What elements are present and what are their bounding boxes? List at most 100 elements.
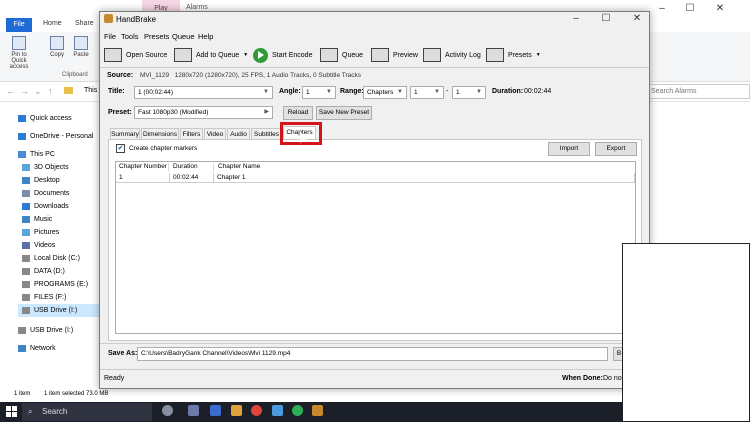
preview-label: Preview xyxy=(393,51,418,59)
column-header[interactable]: Chapter Number xyxy=(116,163,169,172)
nav-usb-drive-root[interactable]: USB Drive (I:) xyxy=(18,324,108,337)
title-select[interactable]: 1 (00:02:44) ▼ xyxy=(134,86,273,99)
app-icon[interactable] xyxy=(210,405,221,416)
range-select[interactable]: Chapters ▼ xyxy=(363,86,407,99)
cube-icon xyxy=(22,163,30,171)
close-icon[interactable]: ✕ xyxy=(627,13,647,24)
maximize-icon[interactable]: ☐ xyxy=(596,13,616,24)
status-selected: 1 item selected 73.0 MB xyxy=(44,391,109,397)
pin-button[interactable]: Pin to Quick access xyxy=(6,36,32,70)
menu-help[interactable]: Help xyxy=(198,32,213,41)
when-done-label: When Done: xyxy=(562,375,603,382)
paste-icon xyxy=(74,36,88,50)
handbrake-taskbar-icon[interactable] xyxy=(312,405,323,416)
chrome-icon[interactable] xyxy=(251,405,262,416)
export-button[interactable]: Export xyxy=(595,142,637,156)
drive-icon xyxy=(22,280,30,288)
import-button[interactable]: Import xyxy=(548,142,590,156)
app-icon[interactable] xyxy=(272,405,283,416)
nav-this-pc[interactable]: This PC xyxy=(18,148,108,161)
activity-log-button[interactable]: Activity Log xyxy=(423,46,481,64)
status-text: Ready xyxy=(104,375,125,382)
range-end-select[interactable]: 1 ▼ xyxy=(452,86,486,99)
windows-start-icon[interactable] xyxy=(6,406,17,417)
presets-icon xyxy=(486,48,504,62)
nav-label: Quick access xyxy=(30,115,72,122)
preset-label: Preset: xyxy=(108,109,132,116)
range-end-value: 1 xyxy=(456,89,460,96)
back-icon[interactable]: ← xyxy=(6,86,15,96)
nav-quick-access[interactable]: Quick access xyxy=(18,112,108,125)
share-tab[interactable]: Share xyxy=(75,20,94,27)
source-info: MVI_1129 1280x720 (1280x720), 25 FPS, 1 … xyxy=(140,72,361,79)
drive-icon xyxy=(22,293,30,301)
maximize-icon[interactable]: ☐ xyxy=(680,2,700,16)
home-tab[interactable]: Home xyxy=(43,20,62,27)
source-label: Source: xyxy=(107,72,134,79)
app-icon[interactable] xyxy=(292,405,303,416)
angle-select[interactable]: 1 ▼ xyxy=(302,86,336,99)
open-source-button[interactable]: Open Source xyxy=(104,46,167,64)
range-start-select[interactable]: 1 ▼ xyxy=(410,86,444,99)
start-encode-button[interactable]: Start Encode xyxy=(253,46,312,64)
document-icon xyxy=(22,189,30,197)
add-to-queue-label: Add to Queue xyxy=(196,51,240,59)
chapter-number-cell[interactable]: 1 xyxy=(116,173,170,183)
source-name: MVI_1129 xyxy=(140,72,170,79)
forward-icon[interactable]: → xyxy=(20,86,29,96)
duration-label: Duration: xyxy=(492,88,524,95)
chevron-right-icon: ▶ xyxy=(264,109,269,115)
minimize-icon[interactable]: – xyxy=(652,2,672,16)
cortana-icon[interactable] xyxy=(162,405,173,416)
pin-label: Pin to Quick access xyxy=(9,52,29,70)
queue-button[interactable]: Queue xyxy=(320,46,363,64)
copy-button[interactable]: Copy xyxy=(44,36,70,58)
chevron-down-icon[interactable]: ⌄ xyxy=(34,86,42,97)
status-divider xyxy=(100,369,649,370)
when-done-select[interactable]: Do no xyxy=(603,375,622,382)
copy-label: Copy xyxy=(49,52,64,58)
menu-presets[interactable]: Presets xyxy=(144,32,169,41)
close-icon[interactable]: ✕ xyxy=(710,2,730,16)
add-to-queue-button[interactable]: Add to Queue ▼ xyxy=(174,46,248,64)
minimize-icon[interactable]: – xyxy=(566,13,586,24)
computer-icon xyxy=(18,150,26,158)
presets-button[interactable]: Presets ▼ xyxy=(486,46,541,64)
menu-file[interactable]: File xyxy=(104,32,116,41)
range-value: Chapters xyxy=(367,89,394,96)
column-header[interactable]: Duration xyxy=(170,163,214,172)
open-source-label: Open Source xyxy=(126,51,168,59)
nav-label: OneDrive - Personal xyxy=(30,133,94,140)
up-icon[interactable]: ↑ xyxy=(48,86,53,96)
save-as-label: Save As: xyxy=(108,350,138,357)
search-input[interactable]: Search Alarms xyxy=(646,84,750,99)
reload-button[interactable]: Reload xyxy=(283,106,313,120)
search-icon: ⌕ xyxy=(28,407,33,416)
menu-tools[interactable]: Tools xyxy=(121,32,139,41)
create-markers-label: Create chapter markers xyxy=(129,145,198,152)
save-new-preset-button[interactable]: Save New Preset xyxy=(316,106,372,120)
preview-icon xyxy=(371,48,389,62)
chapter-name-cell[interactable]: Chapter 1 xyxy=(214,173,635,183)
usb-icon xyxy=(18,326,26,334)
menu-queue[interactable]: Queue xyxy=(172,32,195,41)
preview-button[interactable]: Preview xyxy=(371,46,418,64)
preset-select[interactable]: Fast 1080p30 (Modified) ▶ xyxy=(134,106,273,119)
nav-onedrive[interactable]: OneDrive - Personal xyxy=(18,130,108,143)
range-dash: - xyxy=(446,88,449,95)
paste-button[interactable]: Paste xyxy=(68,36,94,58)
chevron-down-icon: ▼ xyxy=(263,89,269,95)
save-as-field[interactable]: C:\Users\BadryGank Channel\Videos\Mvi 11… xyxy=(137,347,608,361)
alarms-tab[interactable]: Alarms xyxy=(186,4,208,11)
chapter-duration-cell[interactable]: 00:02:44 xyxy=(170,173,214,183)
taskbar-search[interactable]: Search xyxy=(22,403,152,421)
create-markers-checkbox[interactable]: ✔ xyxy=(116,144,125,153)
add-queue-icon xyxy=(174,48,192,62)
nav-network[interactable]: Network xyxy=(18,342,108,355)
task-view-icon[interactable] xyxy=(188,405,199,416)
file-tab[interactable]: File xyxy=(6,18,32,32)
nav-usb-drive[interactable]: USB Drive (I:) xyxy=(18,304,108,317)
nav-label: Desktop xyxy=(34,177,60,184)
column-header[interactable]: Chapter Name xyxy=(215,163,335,172)
folder-taskbar-icon[interactable] xyxy=(231,405,242,416)
